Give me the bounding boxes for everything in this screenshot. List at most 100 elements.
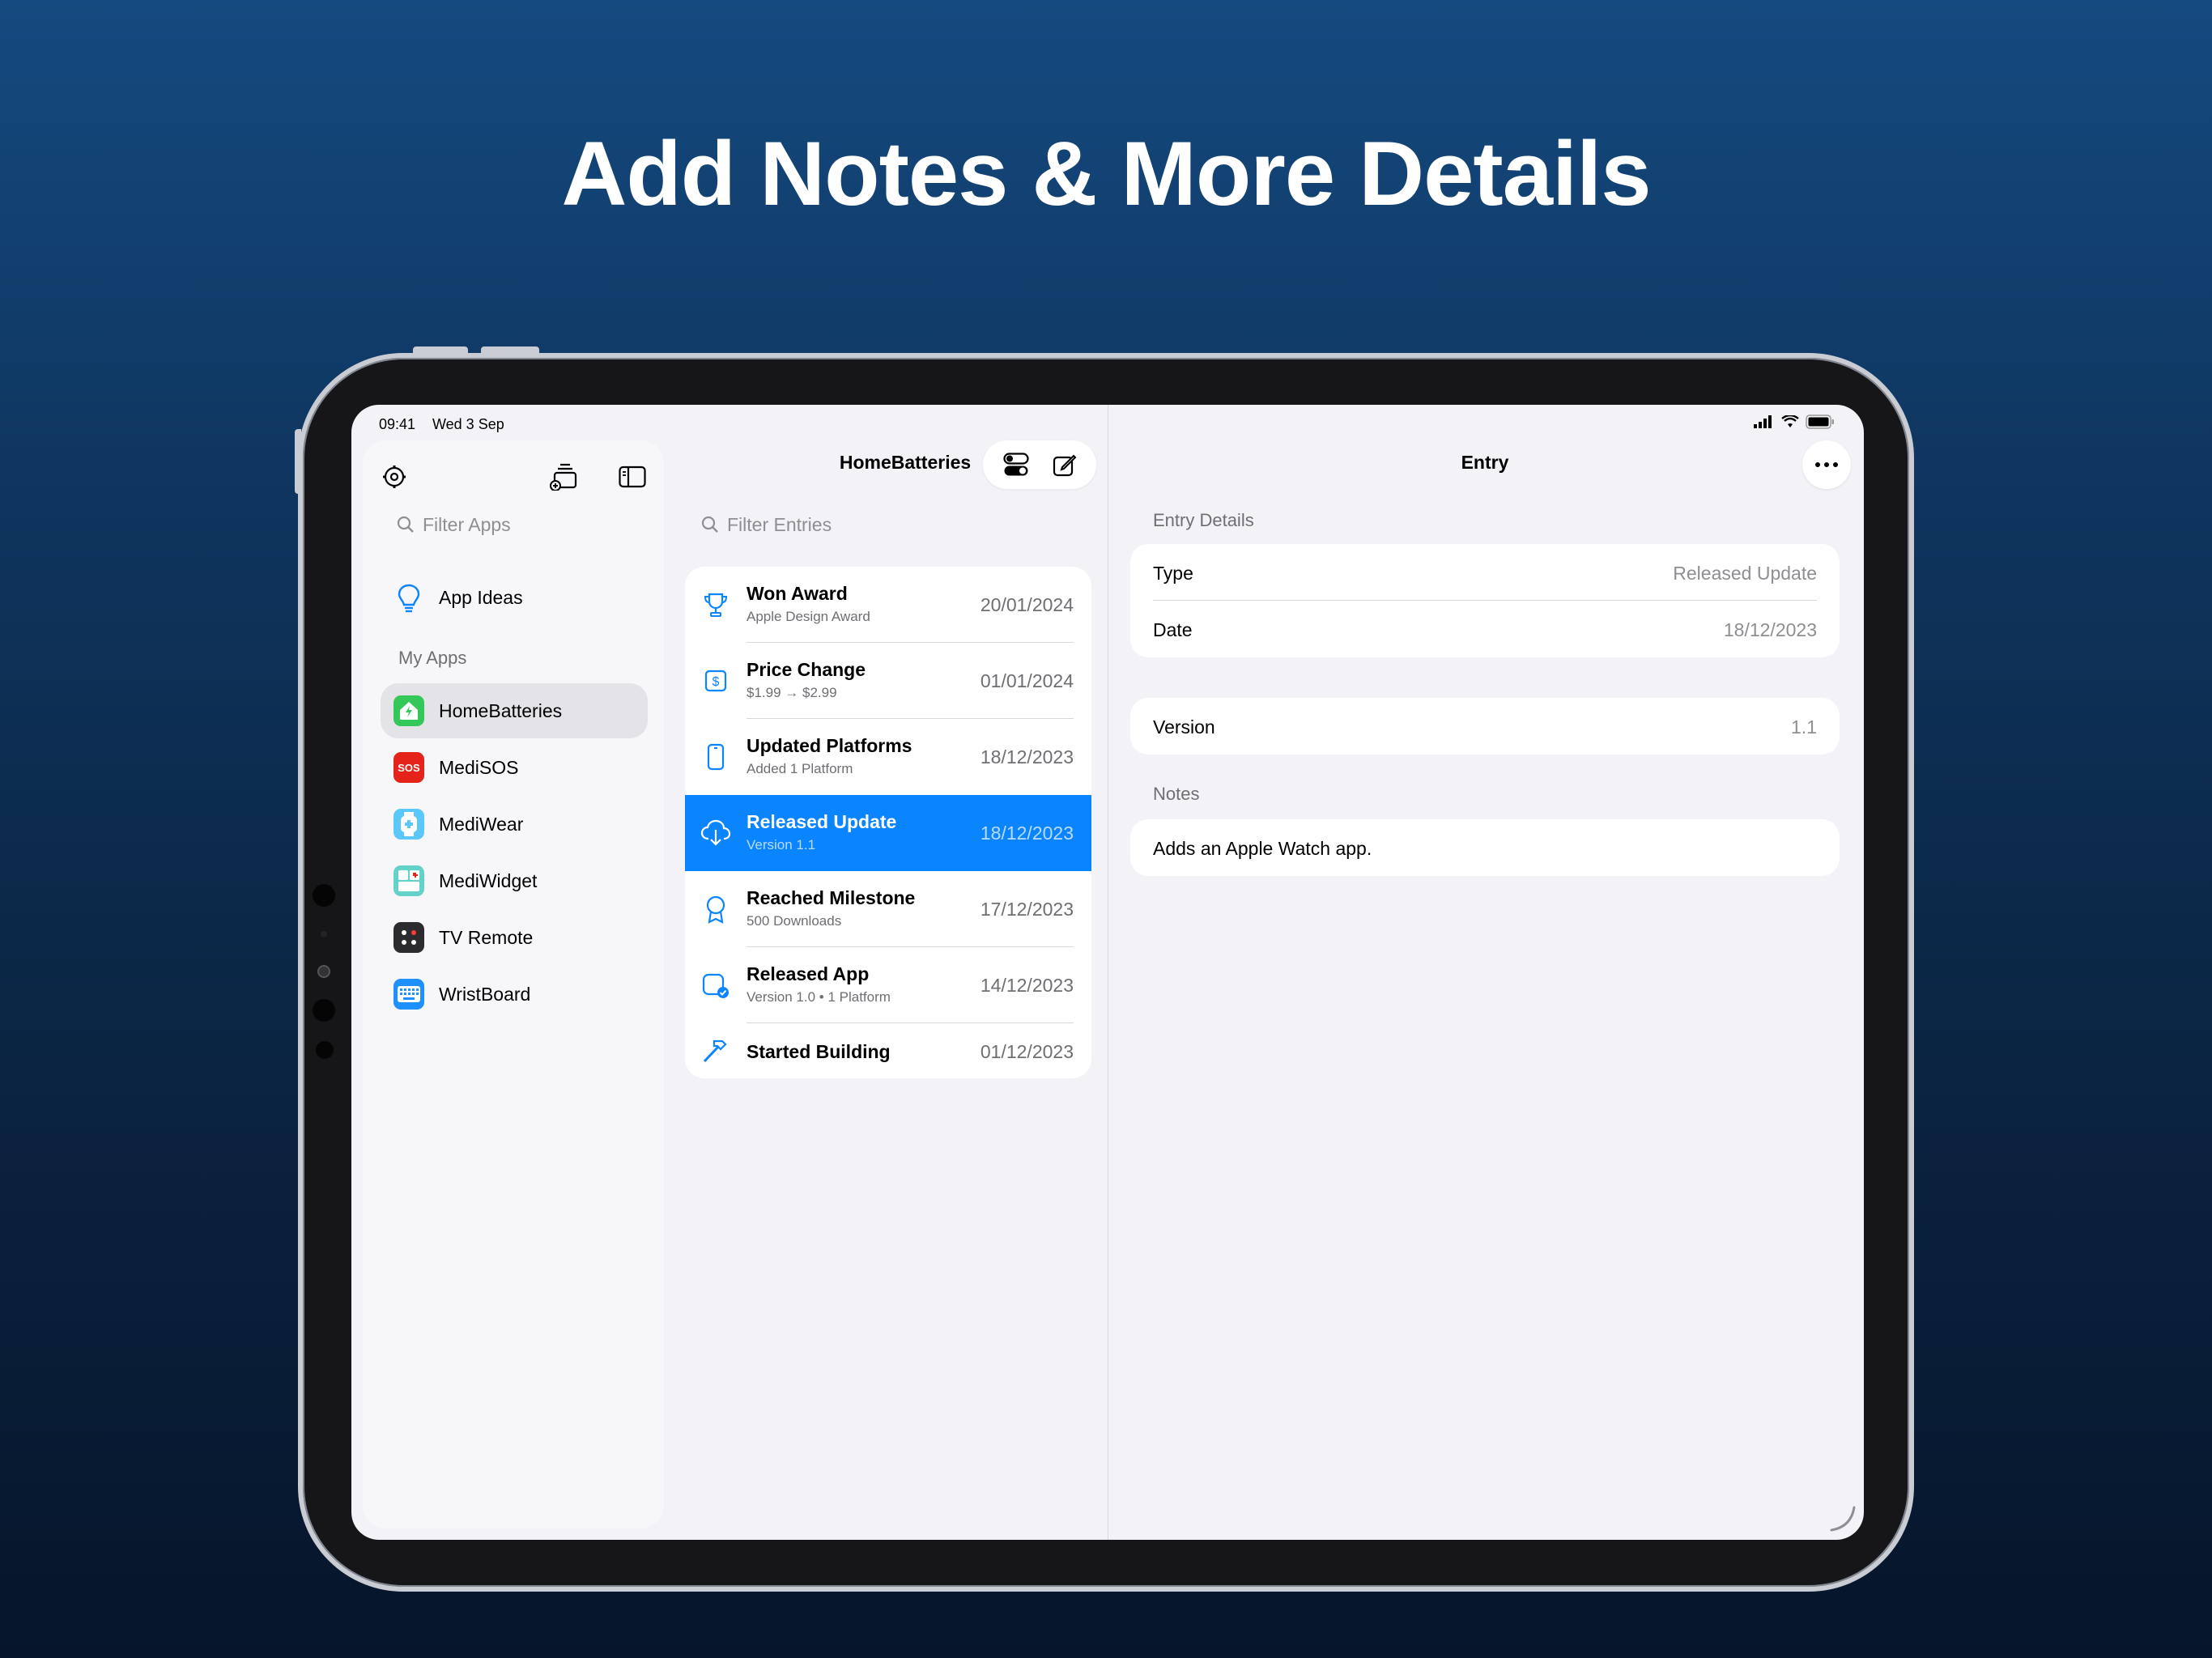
ribbon-icon <box>700 893 732 925</box>
compose-icon[interactable] <box>1053 453 1077 477</box>
entry-subtitle: Apple Design Award <box>747 609 870 624</box>
filter-entries-search[interactable]: Filter Entries <box>685 504 1091 546</box>
entry-title: Released App <box>747 963 870 984</box>
entry-title: Updated Platforms <box>747 735 912 756</box>
settings-gear-icon[interactable] <box>379 461 410 492</box>
hammer-icon <box>700 1035 732 1067</box>
search-icon <box>397 516 414 533</box>
sos-icon: SOS <box>393 752 424 783</box>
entries-toolbar <box>983 440 1096 489</box>
entry-title: Price Change <box>747 659 866 680</box>
entry-row-won-award[interactable]: Won Award Apple Design Award 20/01/2024 <box>685 567 1091 643</box>
status-date: Wed 3 Sep <box>432 416 504 432</box>
version-label: Version <box>1153 716 1215 738</box>
ellipsis-icon <box>1815 462 1838 467</box>
sidebar-item-homebatteries[interactable]: HomeBatteries <box>381 683 648 738</box>
filter-apps-placeholder: Filter Apps <box>423 513 511 535</box>
entry-row-price-change[interactable]: $ Price Change $1.99 → $2.99 01/01/2024 <box>685 643 1091 719</box>
sidebar-item-medisos[interactable]: SOS MediSOS <box>381 740 648 795</box>
app-check-icon <box>700 969 732 1001</box>
toggles-icon[interactable] <box>1002 453 1029 477</box>
entry-details-section-label: Entry Details <box>1153 510 1254 530</box>
entry-title: Released Update <box>747 811 897 832</box>
sidebar: Filter Apps App Ideas My Apps HomeBatter… <box>363 440 664 1528</box>
sidebar-item-label: TV Remote <box>439 926 534 948</box>
entries-title: HomeBatteries <box>839 452 972 473</box>
sidebar-item-tv-remote[interactable]: TV Remote <box>381 910 648 965</box>
status-time: 09:41 <box>379 416 416 432</box>
lightbulb-icon <box>398 584 420 613</box>
svg-text:$: $ <box>713 675 720 689</box>
date-label: Date <box>1153 619 1193 640</box>
entry-subtitle: Added 1 Platform <box>747 761 853 776</box>
entry-title: Won Award <box>747 583 848 604</box>
version-value: 1.1 <box>1791 716 1817 738</box>
entry-subtitle: Version 1.1 <box>747 837 816 852</box>
type-label: Type <box>1153 563 1193 584</box>
keyboard-icon <box>393 979 424 1010</box>
entry-date: 18/12/2023 <box>980 746 1074 767</box>
resize-corner-icon <box>1830 1506 1856 1532</box>
sidebar-toggle-icon[interactable] <box>617 461 648 492</box>
entry-subtitle: Version 1.0 • 1 Platform <box>747 989 891 1005</box>
type-row[interactable]: Type Released Update <box>1130 544 1840 601</box>
wifi-icon <box>1781 415 1799 427</box>
filter-apps-search[interactable]: Filter Apps <box>381 504 648 546</box>
entry-row-reached-milestone[interactable]: Reached Milestone 500 Downloads 17/12/20… <box>685 871 1091 947</box>
sidebar-item-mediwidget[interactable]: MediWidget <box>381 853 648 908</box>
entry-row-released-update[interactable]: Released Update Version 1.1 18/12/2023 <box>685 795 1091 871</box>
headline: Add Notes & More Details <box>561 123 1651 224</box>
battery-icon <box>1806 414 1834 429</box>
my-apps-section-label: My Apps <box>398 648 467 668</box>
sidebar-item-label: HomeBatteries <box>439 699 563 721</box>
device-sensor <box>321 931 327 937</box>
trophy-icon <box>700 589 732 621</box>
sidebar-item-wristboard[interactable]: WristBoard <box>381 967 648 1022</box>
remote-icon <box>393 922 424 953</box>
entries-list: Won Award Apple Design Award 20/01/2024 … <box>685 567 1091 1078</box>
entry-title: Started Building <box>747 1041 891 1062</box>
device-sensor <box>313 884 335 907</box>
phone-icon <box>700 741 732 773</box>
date-row[interactable]: Date 18/12/2023 <box>1130 601 1840 657</box>
entry-date: 18/12/2023 <box>980 823 1074 844</box>
sidebar-item-label: MediSOS <box>439 756 519 778</box>
entry-date: 14/12/2023 <box>980 975 1074 996</box>
add-app-icon[interactable] <box>549 461 580 492</box>
dollar-icon: $ <box>700 665 732 697</box>
filter-entries-placeholder: Filter Entries <box>727 513 832 535</box>
device-sensor <box>316 1041 334 1059</box>
sidebar-item-mediwear[interactable]: MediWear <box>381 797 648 852</box>
widget-medical-icon <box>393 865 424 896</box>
detail-title: Entry <box>1461 452 1509 473</box>
status-icons <box>1754 414 1835 429</box>
device-sensor <box>313 999 335 1022</box>
notes-card: Adds an Apple Watch app. <box>1130 819 1840 876</box>
entry-details-card: Type Released Update Date 18/12/2023 <box>1130 544 1840 657</box>
more-options-button[interactable] <box>1802 440 1851 489</box>
notes-section-label: Notes <box>1153 784 1200 804</box>
entry-row-started-building[interactable]: Started Building 01/12/2023 <box>685 1023 1091 1078</box>
device-camera <box>317 965 330 978</box>
sidebar-item-app-ideas[interactable]: App Ideas <box>381 570 648 625</box>
version-row[interactable]: Version 1.1 <box>1130 698 1840 755</box>
sidebar-item-label: WristBoard <box>439 983 531 1005</box>
entry-subtitle: $1.99 → $2.99 <box>747 685 837 700</box>
notes-field[interactable]: Adds an Apple Watch app. <box>1130 819 1840 876</box>
sidebar-item-label: App Ideas <box>439 586 523 608</box>
watch-medical-icon <box>393 809 424 840</box>
entry-row-released-app[interactable]: Released App Version 1.0 • 1 Platform 14… <box>685 947 1091 1023</box>
entry-row-updated-platforms[interactable]: Updated Platforms Added 1 Platform 18/12… <box>685 719 1091 795</box>
sidebar-item-label: MediWidget <box>439 869 538 891</box>
cellular-icon <box>1754 415 1772 428</box>
entry-date: 01/12/2023 <box>980 1041 1074 1062</box>
sidebar-item-label: MediWear <box>439 813 524 835</box>
entry-date: 17/12/2023 <box>980 899 1074 920</box>
cloud-download-icon <box>700 817 732 849</box>
home-battery-icon <box>393 695 424 726</box>
version-card: Version 1.1 <box>1130 698 1840 755</box>
type-value: Released Update <box>1673 563 1817 584</box>
entry-date: 01/01/2024 <box>980 670 1074 691</box>
notes-text: Adds an Apple Watch app. <box>1153 838 1372 859</box>
entry-subtitle: 500 Downloads <box>747 913 842 929</box>
